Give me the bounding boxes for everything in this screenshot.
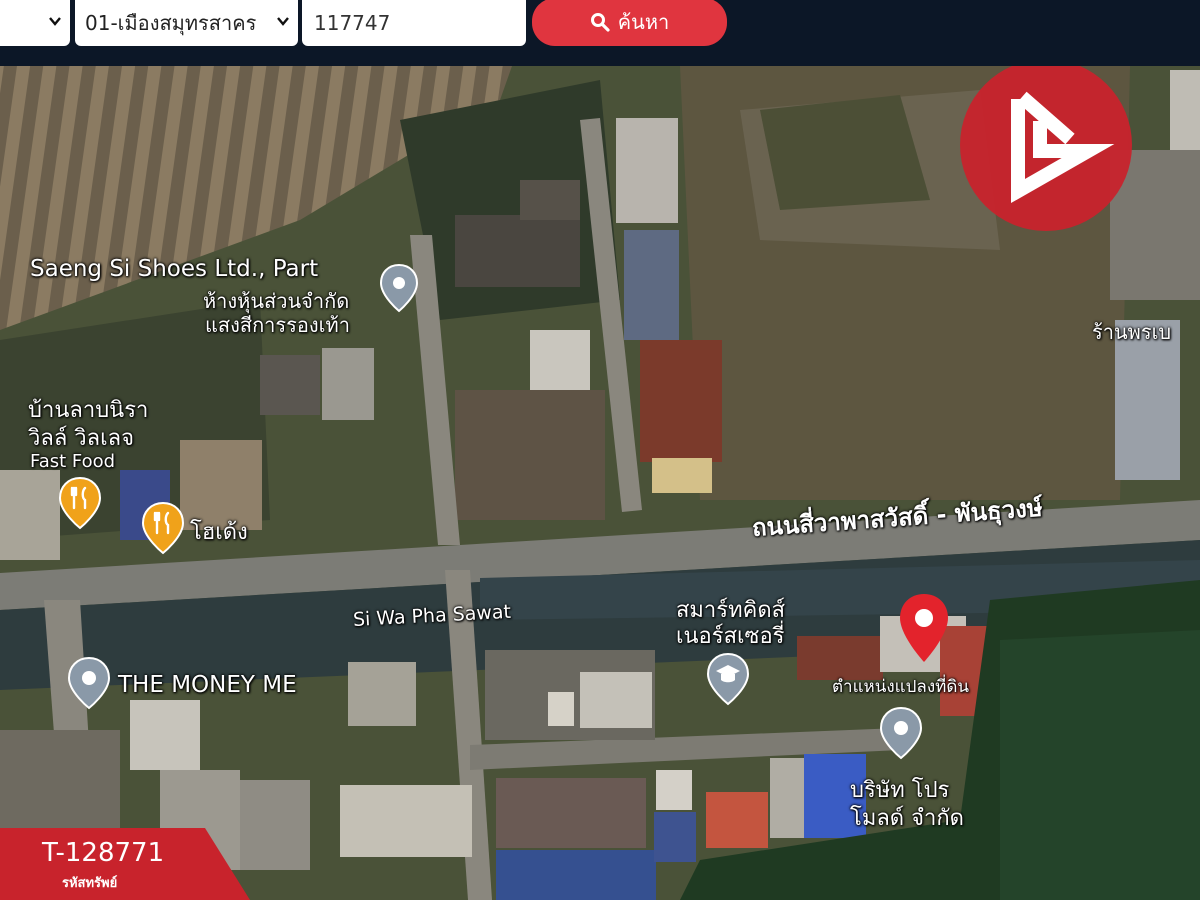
district-select-value: 01-เมืองสมุทรสาคร	[85, 11, 257, 35]
poi-label-fast-food: Fast Food	[30, 451, 116, 472]
place-pin-icon[interactable]	[879, 706, 923, 760]
property-code-caption: รหัสทรัพย์	[62, 876, 118, 891]
school-pin-icon[interactable]	[706, 652, 750, 706]
poi-label-baan-line2: วิลล์ วิลเลจ	[28, 426, 135, 451]
restaurant-pin-icon[interactable]	[58, 476, 102, 530]
property-marker-icon[interactable]	[897, 592, 951, 664]
place-pin-icon[interactable]	[379, 263, 419, 313]
restaurant-pin-icon[interactable]	[141, 501, 185, 555]
search-button[interactable]: ค้นหา	[532, 0, 727, 46]
poi-label-saeng-si-en: Saeng Si Shoes Ltd., Part	[30, 256, 319, 282]
chevron-down-icon	[277, 17, 289, 26]
search-bar: 01-เมืองสมุทรสาคร ค้นหา	[0, 0, 1200, 66]
poi-label-money-me: THE MONEY ME	[118, 672, 297, 698]
property-code-input[interactable]	[302, 0, 526, 46]
satellite-map[interactable]: Saeng Si Shoes Ltd., Part ห้างหุ้นส่วนจำ…	[0, 66, 1200, 900]
poi-label-saeng-si-th2: แสงสีการรองเท้า	[205, 313, 350, 337]
property-code: T-128771	[42, 838, 165, 868]
search-icon	[590, 13, 610, 32]
brand-logo	[960, 66, 1132, 231]
poi-label-ohdeng: โฮเด้ง	[190, 520, 248, 545]
place-pin-icon[interactable]	[67, 656, 111, 710]
search-button-label: ค้นหา	[617, 10, 670, 34]
poi-label-shop-right: ร้านพรเบ	[1092, 320, 1172, 344]
province-select[interactable]	[0, 0, 70, 46]
property-label: ตำแหน่งแปลงที่ดิน	[832, 677, 970, 697]
district-select[interactable]: 01-เมืองสมุทรสาคร	[75, 0, 298, 46]
poi-label-company-2: โมลด์ จำกัด	[850, 806, 964, 831]
chevron-down-icon	[49, 17, 61, 26]
poi-label-smart-kids-2: เนอร์สเซอรี่	[676, 624, 785, 649]
